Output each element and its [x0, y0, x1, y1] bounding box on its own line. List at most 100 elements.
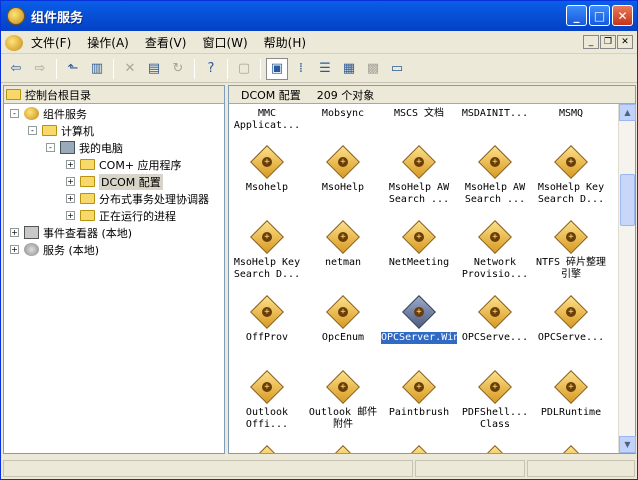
child-close-button[interactable]: ✕ — [617, 35, 633, 49]
folder-icon — [80, 159, 95, 170]
small-icons-view-icon[interactable]: ⁞ — [290, 58, 312, 80]
expand-icon[interactable]: + — [66, 211, 75, 220]
collapse-icon[interactable]: - — [28, 126, 37, 135]
dcom-component-icon: + — [402, 370, 436, 404]
menu-action[interactable]: 操作(A) — [79, 34, 137, 51]
menu-view[interactable]: 查看(V) — [137, 34, 195, 51]
dcom-app-item[interactable]: + — [533, 445, 609, 453]
dcom-component-icon: + — [402, 220, 436, 254]
dcom-component-icon: + — [250, 145, 284, 179]
scroll-down-icon[interactable]: ▼ — [619, 436, 636, 453]
component-services-icon — [24, 107, 39, 120]
console-menu-icon[interactable] — [5, 34, 23, 51]
dcom-app-item[interactable]: + Msohelp — [229, 145, 305, 194]
expand-icon[interactable]: + — [10, 228, 19, 237]
folder-icon — [80, 193, 95, 204]
list-view-icon[interactable]: ☰ — [314, 58, 336, 80]
dcom-app-item[interactable]: + — [305, 445, 381, 453]
tree-item-computers[interactable]: - 计算机 — [28, 122, 94, 139]
scroll-thumb[interactable] — [620, 174, 635, 226]
dcom-app-item[interactable]: + OffProv — [229, 295, 305, 344]
expand-icon[interactable]: + — [66, 177, 75, 186]
tree-item-dtc[interactable]: + 分布式事务处理协调器 — [66, 190, 209, 207]
event-viewer-icon — [24, 226, 39, 239]
item-label: OPCServe... — [461, 332, 529, 343]
dcom-app-item[interactable]: + OPCServe... — [457, 295, 533, 344]
item-label: MsoHelp Key Search D... — [537, 182, 605, 205]
dcom-app-item[interactable]: MMC Applicat... — [229, 108, 305, 132]
icon-grid: MMC Applicat... Mobsync MSCS 文档 MSDAINIT...… — [229, 104, 617, 453]
refresh-icon[interactable]: ↻ — [167, 58, 189, 80]
tree-item-com-plus[interactable]: + COM+ 应用程序 — [66, 156, 182, 173]
tree-root[interactable]: 控制台根目录 — [4, 86, 224, 104]
tree-pane: 控制台根目录 - 组件服务 - 计算机 - 我的电脑 + COM+ 应用程序 +… — [3, 85, 225, 454]
tree-item-component-services[interactable]: - 组件服务 — [10, 105, 87, 122]
tree-item-label: 服务 (本地) — [43, 243, 100, 257]
dcom-app-item[interactable]: + — [229, 445, 305, 453]
menu-window[interactable]: 窗口(W) — [194, 34, 255, 51]
dcom-app-item[interactable]: + PDLRuntime — [533, 370, 609, 419]
dcom-app-item[interactable]: + Outlook Offi... — [229, 370, 305, 431]
vertical-scrollbar[interactable]: ▲ ▼ — [618, 104, 636, 453]
show-hide-tree-icon[interactable]: ▥ — [86, 58, 108, 80]
dcom-app-item[interactable]: + OPCServer.WinCC — [380, 295, 471, 345]
dcom-app-item[interactable]: + netman — [305, 220, 381, 269]
dcom-app-item[interactable]: Mobsync — [305, 108, 381, 120]
item-label: OpcEnum — [321, 332, 365, 343]
close-button[interactable]: ✕ — [612, 5, 633, 26]
collapse-icon[interactable]: - — [10, 109, 19, 118]
dcom-component-icon: + — [326, 445, 360, 453]
expand-icon[interactable]: + — [66, 160, 75, 169]
dcom-app-item[interactable]: + MsoHelp AW Search ... — [381, 145, 457, 206]
dcom-app-item[interactable]: MSDAINIT... — [457, 108, 533, 120]
up-folder-icon[interactable]: ⬑ — [62, 58, 84, 80]
dcom-app-item[interactable]: + OpcEnum — [305, 295, 381, 344]
large-icons-view-icon[interactable]: ▣ — [266, 57, 288, 80]
dcom-app-item[interactable]: + — [381, 445, 457, 453]
expand-icon[interactable]: + — [10, 245, 19, 254]
grid-view-icon[interactable]: ▩ — [362, 58, 384, 80]
dcom-app-item[interactable]: + MsoHelp Key Search D... — [533, 145, 609, 206]
dcom-app-item[interactable]: + NTFS 碎片整理引擎 — [533, 220, 609, 281]
detail-view-icon[interactable]: ▦ — [338, 58, 360, 80]
dcom-app-item[interactable]: + Outlook 邮件附件 — [305, 370, 381, 431]
tree-item-event-viewer[interactable]: + 事件查看器 (本地) — [10, 224, 132, 241]
dcom-app-item[interactable]: + MsoHelp — [305, 145, 381, 194]
scroll-up-icon[interactable]: ▲ — [619, 104, 636, 121]
dcom-app-item[interactable]: MSMQ — [533, 108, 609, 120]
delete-icon[interactable]: ✕ — [119, 58, 141, 80]
tree-item-dcom-config[interactable]: + DCOM 配置 — [66, 173, 163, 190]
dcom-app-item[interactable]: MSCS 文档 — [381, 108, 457, 120]
new-window-icon[interactable]: ▢ — [233, 58, 255, 80]
expand-icon[interactable]: + — [66, 194, 75, 203]
tree-item-services[interactable]: + 服务 (本地) — [10, 241, 99, 258]
dcom-component-icon: + — [478, 370, 512, 404]
collapse-icon[interactable]: - — [46, 143, 55, 152]
properties-icon[interactable]: ▤ — [143, 58, 165, 80]
menu-file[interactable]: 文件(F) — [23, 34, 79, 51]
tree-item-running-processes[interactable]: + 正在运行的进程 — [66, 207, 176, 224]
computer-icon[interactable]: ▭ — [386, 58, 408, 80]
maximize-button[interactable]: □ — [589, 5, 610, 26]
child-minimize-button[interactable]: _ — [583, 35, 599, 49]
dcom-app-item[interactable]: + MsoHelp AW Search ... — [457, 145, 533, 206]
minimize-button[interactable]: _ — [566, 5, 587, 26]
dcom-app-item[interactable]: + NetMeeting — [381, 220, 457, 269]
tree-item-my-computer[interactable]: - 我的电脑 — [46, 139, 123, 156]
forward-arrow-icon[interactable]: ⇨ — [29, 58, 51, 80]
menu-help[interactable]: 帮助(H) — [256, 34, 314, 51]
child-restore-button[interactable]: ❐ — [600, 35, 616, 49]
back-arrow-icon[interactable]: ⇦ — [5, 58, 27, 80]
item-label: Outlook 邮件附件 — [308, 407, 378, 430]
dcom-app-item[interactable]: + Paintbrush — [381, 370, 457, 419]
dcom-app-item[interactable]: + Network Provisio... — [457, 220, 533, 281]
help-icon[interactable]: ? — [200, 58, 222, 80]
dcom-component-icon: + — [554, 370, 588, 404]
item-label: MsoHelp AW Search ... — [464, 182, 526, 205]
dcom-app-item[interactable]: + PDFShell... Class — [457, 370, 533, 431]
dcom-app-item[interactable]: + — [457, 445, 533, 453]
title-bar[interactable]: 组件服务 _ □ ✕ — [1, 1, 637, 31]
status-bar — [1, 457, 637, 479]
dcom-app-item[interactable]: + OPCServe... — [533, 295, 609, 344]
dcom-app-item[interactable]: + MsoHelp Key Search D... — [229, 220, 305, 281]
